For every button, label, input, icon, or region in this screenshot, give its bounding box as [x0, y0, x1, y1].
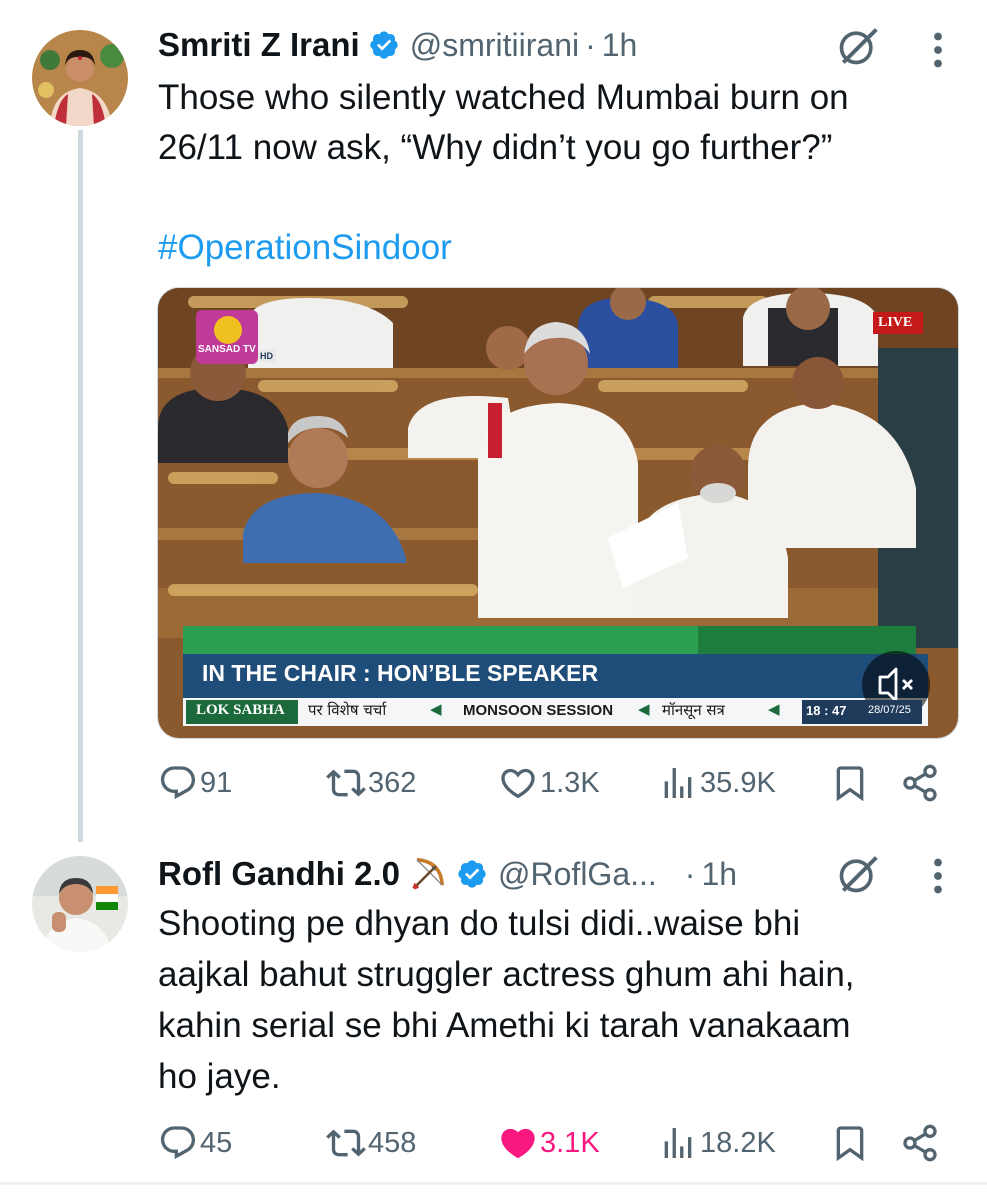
hashtag-link[interactable]: #OperationSindoor [158, 224, 452, 272]
views-icon [664, 1128, 692, 1158]
video-player[interactable]: SANSAD TV HD LIVE IN THE CHAIR : HON’BLE… [157, 287, 959, 739]
views-button[interactable]: 35.9K [658, 760, 776, 806]
more-icon[interactable] [932, 858, 944, 894]
bookmark-button[interactable] [830, 760, 870, 806]
like-button[interactable]: 1.3K [498, 760, 600, 806]
tweet-time[interactable]: 1h [701, 856, 737, 893]
views-count: 18.2K [700, 1126, 776, 1159]
separator-dot: · [684, 855, 696, 892]
bookmark-button[interactable] [830, 1120, 870, 1166]
share-button[interactable] [900, 760, 940, 806]
tweet-1-actions: 91 362 1.3K 35.9K [158, 760, 948, 806]
ticker-item-2: MONSOON SESSION [463, 702, 614, 719]
ticker-arrow-1: ◀ [430, 701, 442, 718]
views-button[interactable]: 18.2K [658, 1120, 776, 1166]
bottom-divider [0, 1182, 987, 1185]
reply-button[interactable]: 45 [158, 1120, 232, 1166]
author-name[interactable]: Smriti Z Irani [158, 26, 360, 64]
verified-badge-icon [370, 31, 398, 59]
bookmark-icon [836, 766, 864, 802]
like-button[interactable]: 3.1K [498, 1120, 600, 1166]
tweet-time[interactable]: 1h [602, 27, 638, 64]
video-clock: 18 : 47 [806, 703, 847, 718]
repost-count: 362 [368, 766, 417, 799]
views-icon [664, 768, 692, 798]
tweet-2-header: Rofl Gandhi 2.0 @RoflGa... · 1h [158, 851, 737, 897]
bookmark-icon [836, 1126, 864, 1162]
separator-dot: · [585, 26, 596, 63]
views-count: 35.9K [700, 766, 776, 799]
repost-icon [326, 1129, 366, 1157]
ticker-arrow-2: ◀ [638, 701, 650, 718]
share-button[interactable] [900, 1120, 940, 1166]
hd-badge: HD [260, 351, 273, 361]
share-icon [903, 764, 937, 802]
live-badge: LIVE [878, 315, 913, 330]
tweet-2-text-line-2: aajkal bahut struggler actress ghum ahi … [158, 955, 855, 994]
verified-badge-icon [458, 860, 486, 888]
grok-icon[interactable] [836, 852, 880, 896]
repost-icon [326, 769, 366, 797]
reply-count: 91 [200, 766, 233, 799]
ticker-item-3: मॉनसून सत्र [662, 701, 725, 719]
chair-banner: IN THE CHAIR : HON’BLE SPEAKER [202, 660, 599, 686]
more-icon[interactable] [932, 32, 944, 68]
reply-icon [160, 766, 196, 800]
bow-arrow-emoji [412, 858, 445, 890]
grok-icon[interactable] [836, 24, 880, 68]
tweet-1-text-line-1: Those who silently watched Mumbai burn o… [158, 78, 849, 117]
tweet-2-text-line-4: ho jaye. [158, 1057, 281, 1096]
author-handle[interactable]: @RoflGa... [498, 856, 657, 893]
ticker-item-1: पर विशेष चर्चा [308, 701, 387, 719]
author-handle[interactable]: @smritiirani [410, 27, 579, 64]
reply-icon [160, 1126, 196, 1160]
like-icon [501, 768, 535, 799]
repost-count: 458 [368, 1126, 417, 1159]
like-count: 3.1K [540, 1126, 600, 1159]
share-icon [903, 1124, 937, 1162]
tweet-2-actions: 45 458 3.1K 18.2K [158, 1120, 948, 1166]
tweet-2-text-line-1: Shooting pe dhyan do tulsi didi..waise b… [158, 904, 801, 943]
tweet-2-text-line-3: kahin serial se bhi Amethi ki tarah vana… [158, 1006, 851, 1045]
avatar-smriti[interactable] [32, 30, 128, 126]
like-icon [501, 1128, 535, 1159]
author-name[interactable]: Rofl Gandhi 2.0 [158, 855, 400, 893]
avatar-rofl-gandhi[interactable] [32, 856, 128, 952]
channel-logo-text: SANSAD TV [198, 344, 256, 355]
ticker-label: LOK SABHA [196, 702, 285, 718]
thread-connector-line [78, 130, 83, 842]
tweet-1-header: Smriti Z Irani @smritiirani · 1h [158, 22, 637, 68]
tweet-1-text-line-2: 26/11 now ask, “Why didn’t you go furthe… [158, 128, 833, 167]
repost-button[interactable]: 458 [326, 1120, 416, 1166]
ticker-arrow-3: ◀ [768, 701, 780, 718]
repost-button[interactable]: 362 [326, 760, 416, 806]
reply-count: 45 [200, 1126, 233, 1159]
reply-button[interactable]: 91 [158, 760, 232, 806]
video-date: 28/07/25 [868, 704, 911, 716]
like-count: 1.3K [540, 766, 600, 799]
